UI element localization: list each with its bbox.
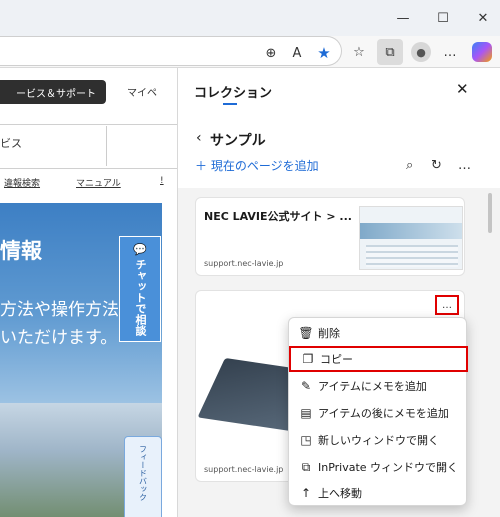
new-window-icon: ◳: [300, 433, 312, 447]
hero-text-line: 方法や操作方法: [0, 300, 119, 320]
collection-item[interactable]: NEC LAVIE公式サイト > ... support.nec-lavie.j…: [195, 197, 465, 276]
zoom-icon[interactable]: ⊕: [260, 42, 282, 64]
mypage-link[interactable]: マイペ: [127, 84, 157, 99]
inprivate-icon: ⧉: [301, 459, 311, 474]
more-icon[interactable]: …: [458, 158, 471, 173]
arrow-up-icon: ↑: [300, 486, 312, 500]
feedback-label: フィードバック: [138, 445, 148, 501]
add-page-label: 現在のページを追加: [210, 159, 319, 173]
search-icon[interactable]: ⌕: [406, 158, 413, 173]
service-support-button[interactable]: ービス＆サポート: [0, 80, 106, 104]
chat-consult-button[interactable]: 💬 チャットで相談: [119, 236, 161, 342]
hero-text-line: いただけます。: [0, 328, 118, 348]
divider: [0, 168, 177, 169]
close-icon[interactable]: ✕: [456, 80, 469, 98]
divider: [0, 124, 177, 125]
more-link[interactable]: !: [160, 176, 164, 186]
pane-scrollbar[interactable]: [488, 193, 492, 233]
address-bar[interactable]: ⊕ A ★: [0, 36, 342, 66]
menu-item-open-new-window[interactable]: ◳ 新しいウィンドウで開く: [289, 427, 468, 453]
chat-bubble-icon: 💬: [133, 243, 147, 256]
menu-item-open-inprivate[interactable]: ⧉ InPrivate ウィンドウで開く: [289, 454, 468, 480]
more-icon[interactable]: …: [439, 41, 461, 63]
note-below-icon: ▤: [300, 406, 312, 420]
item-title: NEC LAVIE公式サイト > ...: [204, 210, 352, 223]
menu-item-add-note[interactable]: ✎ アイテムにメモを追加: [289, 373, 468, 399]
window-title-bar: — ☐ ✕: [0, 0, 500, 36]
menu-item-add-note-after[interactable]: ▤ アイテムの後にメモを追加: [289, 400, 468, 426]
collections-icon[interactable]: ⧉: [377, 39, 403, 65]
menu-item-label: コピー: [320, 353, 353, 366]
menu-item-copy[interactable]: ❐ コピー: [289, 346, 468, 372]
menu-item-delete[interactable]: 🗑 削除: [289, 320, 468, 346]
close-icon[interactable]: ✕: [463, 4, 500, 32]
read-aloud-icon[interactable]: A: [286, 42, 308, 64]
feedback-button[interactable]: フィードバック: [124, 436, 162, 517]
profile-icon[interactable]: ●: [411, 42, 431, 62]
title-underline: [223, 103, 237, 105]
item-url: support.nec-lavie.jp: [204, 465, 284, 474]
favorites-icon[interactable]: ☆: [348, 41, 370, 63]
menu-item-label: アイテムの後にメモを追加: [318, 407, 449, 420]
more-label: …: [442, 299, 452, 311]
item-more-button[interactable]: …: [435, 295, 459, 315]
item-url: support.nec-lavie.jp: [204, 259, 284, 268]
add-current-page-button[interactable]: ＋ 現在のページを追加: [195, 157, 319, 174]
copilot-icon[interactable]: [472, 42, 492, 62]
browser-toolbar: ⊕ A ★ ☆ ⧉ ● …: [0, 36, 500, 68]
hero-title: 情報: [0, 239, 42, 263]
chat-label: チャットで相談: [134, 259, 147, 336]
search-link[interactable]: 違報検索: [4, 176, 40, 189]
pane-title: コレクション: [194, 86, 273, 101]
item-thumbnail: [359, 206, 463, 270]
menu-item-label: アイテムにメモを追加: [318, 380, 427, 393]
trash-icon: 🗑: [298, 326, 314, 340]
refresh-icon[interactable]: ↻: [431, 158, 442, 173]
minimize-icon[interactable]: —: [383, 4, 423, 32]
menu-item-move-up[interactable]: ↑ 上へ移動: [289, 480, 468, 506]
thumbnail-banner: [360, 223, 462, 239]
plus-icon: ＋: [195, 159, 211, 173]
web-page-content: ービス＆サポート マイペ ビス 違報検索 マニュアル ! 情報 方法や操作方法 …: [0, 68, 178, 517]
menu-item-label: 新しいウィンドウで開く: [318, 434, 439, 447]
collection-name: サンプル: [210, 133, 266, 149]
menu-item-label: 上へ移動: [318, 487, 362, 500]
manual-link[interactable]: マニュアル: [76, 176, 121, 189]
menu-item-label: 削除: [318, 327, 340, 340]
divider: [106, 126, 107, 166]
back-icon[interactable]: ‹: [196, 130, 202, 146]
thumbnail-rows: [366, 245, 458, 267]
context-menu: 🗑 削除 ❐ コピー ✎ アイテムにメモを追加 ▤ アイテムの後にメモを追加 ◳…: [288, 317, 468, 506]
maximize-icon[interactable]: ☐: [423, 4, 463, 32]
menu-item-label: InPrivate ウィンドウで開く: [318, 461, 459, 474]
note-icon: ✎: [300, 379, 312, 393]
copy-icon: ❐: [302, 352, 314, 366]
service-text: ビス: [0, 137, 22, 150]
favorite-star-icon[interactable]: ★: [313, 42, 335, 64]
